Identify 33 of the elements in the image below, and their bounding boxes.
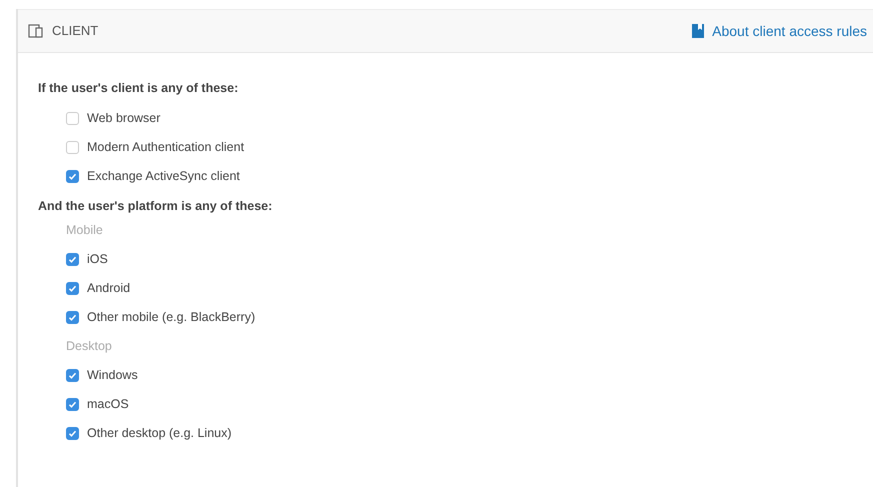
checkbox-label: Android xyxy=(87,280,130,297)
checkbox[interactable] xyxy=(66,112,79,125)
checkbox[interactable] xyxy=(66,252,79,266)
check-icon xyxy=(68,284,77,292)
check-icon xyxy=(68,312,77,322)
checkbox[interactable] xyxy=(66,426,79,440)
checkbox-label: Other desktop (e.g. Linux) xyxy=(87,424,232,442)
check-icon xyxy=(68,400,77,408)
group-label: Desktop xyxy=(66,338,113,355)
section-heading: If the user's client is any of these: xyxy=(38,80,240,97)
check-icon xyxy=(68,254,77,264)
checkbox-label: Modern Authentication client xyxy=(87,138,244,156)
checkbox-label: Windows xyxy=(87,366,138,384)
group-label: Mobile xyxy=(66,222,104,238)
checkbox[interactable] xyxy=(66,140,79,154)
checkbox-label: macOS xyxy=(87,396,129,413)
devices-icon xyxy=(28,23,44,39)
checkbox[interactable] xyxy=(66,282,79,294)
section-heading: And the user's platform is any of these: xyxy=(38,198,274,215)
checkbox-label: Web browser xyxy=(87,110,160,127)
check-icon xyxy=(68,172,77,181)
checkbox-label: Exchange ActiveSync client xyxy=(87,168,240,185)
check-icon xyxy=(68,428,77,438)
checkbox-label: iOS xyxy=(87,250,108,268)
section-title: CLIENT xyxy=(52,22,98,40)
book-icon xyxy=(692,24,704,38)
checkbox[interactable] xyxy=(66,398,79,410)
checkbox[interactable] xyxy=(66,170,79,183)
checkbox-label: Other mobile (e.g. BlackBerry) xyxy=(87,308,256,326)
help-link[interactable]: About client access rules xyxy=(692,20,867,42)
check-icon xyxy=(68,370,77,380)
checkbox[interactable] xyxy=(66,310,79,324)
checkbox[interactable] xyxy=(66,368,79,382)
